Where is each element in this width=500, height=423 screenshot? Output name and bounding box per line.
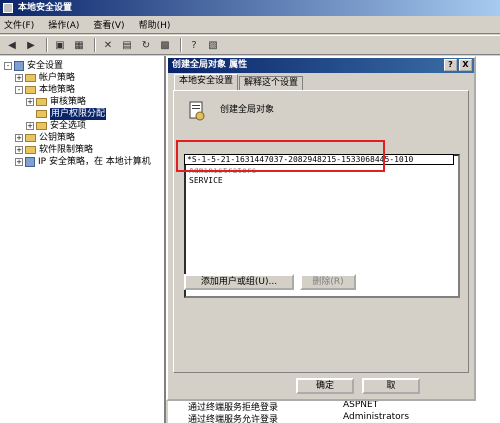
policy-setting: Administrators — [343, 412, 410, 422]
toolbar-separator — [94, 38, 96, 52]
dialog-help-button[interactable]: ? — [444, 59, 457, 71]
tree-item[interactable]: + 帐户策略 — [0, 72, 164, 84]
collapse-icon[interactable]: - — [4, 62, 12, 70]
expand-icon[interactable]: + — [26, 98, 34, 106]
expand-icon[interactable]: + — [15, 134, 23, 142]
tab-local-security-setting[interactable]: 本地安全设置 — [174, 74, 239, 90]
expand-icon[interactable]: + — [15, 74, 23, 82]
tree-item-label: 用户权限分配 — [50, 108, 107, 120]
tree-item-label: 审核策略 — [50, 97, 87, 107]
back-icon[interactable]: ◀ — [4, 37, 20, 53]
window-title: 本地安全设置 — [18, 3, 73, 13]
tree-item-label: IP 安全策略，在 本地计算机 — [38, 157, 151, 167]
properties-dialog: 创建全局对象 属性 ? X 本地安全设置 解释这个设置 创建全局对象 Admin… — [166, 56, 476, 401]
menu-view[interactable]: 查看(V) — [93, 18, 124, 31]
app-icon — [3, 3, 13, 13]
export-icon[interactable]: ▩ — [157, 37, 173, 53]
policy-name: 通过终端服务拒绝登录 — [188, 403, 279, 413]
tree-item[interactable]: 用户权限分配 — [0, 108, 164, 120]
shield-icon — [25, 157, 35, 167]
add-user-or-group-button[interactable]: 添加用户或组(U)... — [184, 274, 294, 290]
expand-icon[interactable]: + — [26, 122, 34, 130]
folder-icon — [25, 74, 36, 82]
tree-item[interactable]: + IP 安全策略，在 本地计算机 — [0, 156, 164, 168]
ok-button[interactable]: 确定 — [296, 378, 354, 394]
policy-object-name: 创建全局对象 — [220, 105, 275, 115]
window-titlebar: 本地安全设置 — [0, 0, 500, 16]
policy-row[interactable]: 通过终端服务拒绝登录 ASPNET — [188, 400, 379, 413]
remove-button[interactable]: 删除(R) — [300, 274, 356, 290]
policy-object-icon — [189, 101, 205, 121]
dialog-titlebar: 创建全局对象 属性 ? X — [168, 58, 474, 73]
dialog-title: 创建全局对象 属性 — [172, 60, 248, 70]
tree-item-label: 安全设置 — [27, 61, 64, 71]
delete-icon[interactable]: ✕ — [100, 37, 116, 53]
folder-icon — [25, 86, 36, 94]
tree-item[interactable]: + 审核策略 — [0, 96, 164, 108]
tree-item-label: 公钥策略 — [39, 133, 76, 143]
tab-explain-setting[interactable]: 解释这个设置 — [239, 76, 304, 90]
tree-pane: - 安全设置 + 帐户策略 - 本地策略 + 审核策略 用户权限分配 + 安全选项 + 公钥策略 + 软件限… — [0, 56, 166, 423]
cancel-button[interactable]: 取 — [362, 378, 420, 394]
menu-help[interactable]: 帮助(H) — [139, 18, 171, 31]
tree-item[interactable]: - 本地策略 — [0, 84, 164, 96]
tree-item-label: 软件限制策略 — [39, 145, 94, 155]
folder-icon — [36, 122, 47, 130]
refresh-icon[interactable]: ↻ — [138, 37, 154, 53]
collapse-icon[interactable]: - — [15, 86, 23, 94]
tree-item[interactable]: + 安全选项 — [0, 120, 164, 132]
tree-item-label: 安全选项 — [50, 121, 87, 131]
shield-icon — [14, 61, 24, 71]
policy-setting: ASPNET — [343, 400, 379, 410]
toolbar-separator — [180, 38, 182, 52]
show-tree-icon[interactable]: ▦ — [71, 37, 87, 53]
expand-icon[interactable]: + — [15, 146, 23, 154]
toolbar-separator — [46, 38, 48, 52]
tree-item-label: 帐户策略 — [39, 73, 76, 83]
tree-item-label: 本地策略 — [39, 85, 76, 95]
policy-name: 通过终端服务允许登录 — [188, 415, 279, 423]
forward-icon[interactable]: ▶ — [23, 37, 39, 53]
highlight-box — [176, 140, 385, 172]
help-icon[interactable]: ? — [186, 37, 202, 53]
toolbar: ◀ ▶ ▣ ▦ ✕ ▤ ↻ ▩ ? ▧ — [0, 35, 500, 55]
up-folder-icon[interactable]: ▣ — [52, 37, 68, 53]
console-icon[interactable]: ▧ — [205, 37, 221, 53]
policy-row[interactable]: 通过终端服务允许登录 Administrators — [188, 412, 409, 423]
dialog-tabs: 本地安全设置 解释这个设置 — [174, 74, 304, 90]
folder-icon — [36, 98, 47, 106]
folder-icon — [25, 146, 36, 154]
menu-bar: 文件(F) 操作(A) 查看(V) 帮助(H) — [0, 16, 500, 34]
properties-icon[interactable]: ▤ — [119, 37, 135, 53]
folder-icon — [36, 110, 47, 118]
tree-item[interactable]: + 软件限制策略 — [0, 144, 164, 156]
expand-icon[interactable]: + — [15, 158, 23, 166]
list-item[interactable]: SERVICE — [186, 176, 458, 186]
menu-action[interactable]: 操作(A) — [48, 18, 79, 31]
folder-icon — [25, 134, 36, 142]
tree-item[interactable]: - 安全设置 — [0, 60, 164, 72]
tree-item[interactable]: + 公钥策略 — [0, 132, 164, 144]
dialog-close-button[interactable]: X — [459, 59, 472, 71]
menu-file[interactable]: 文件(F) — [4, 18, 34, 31]
